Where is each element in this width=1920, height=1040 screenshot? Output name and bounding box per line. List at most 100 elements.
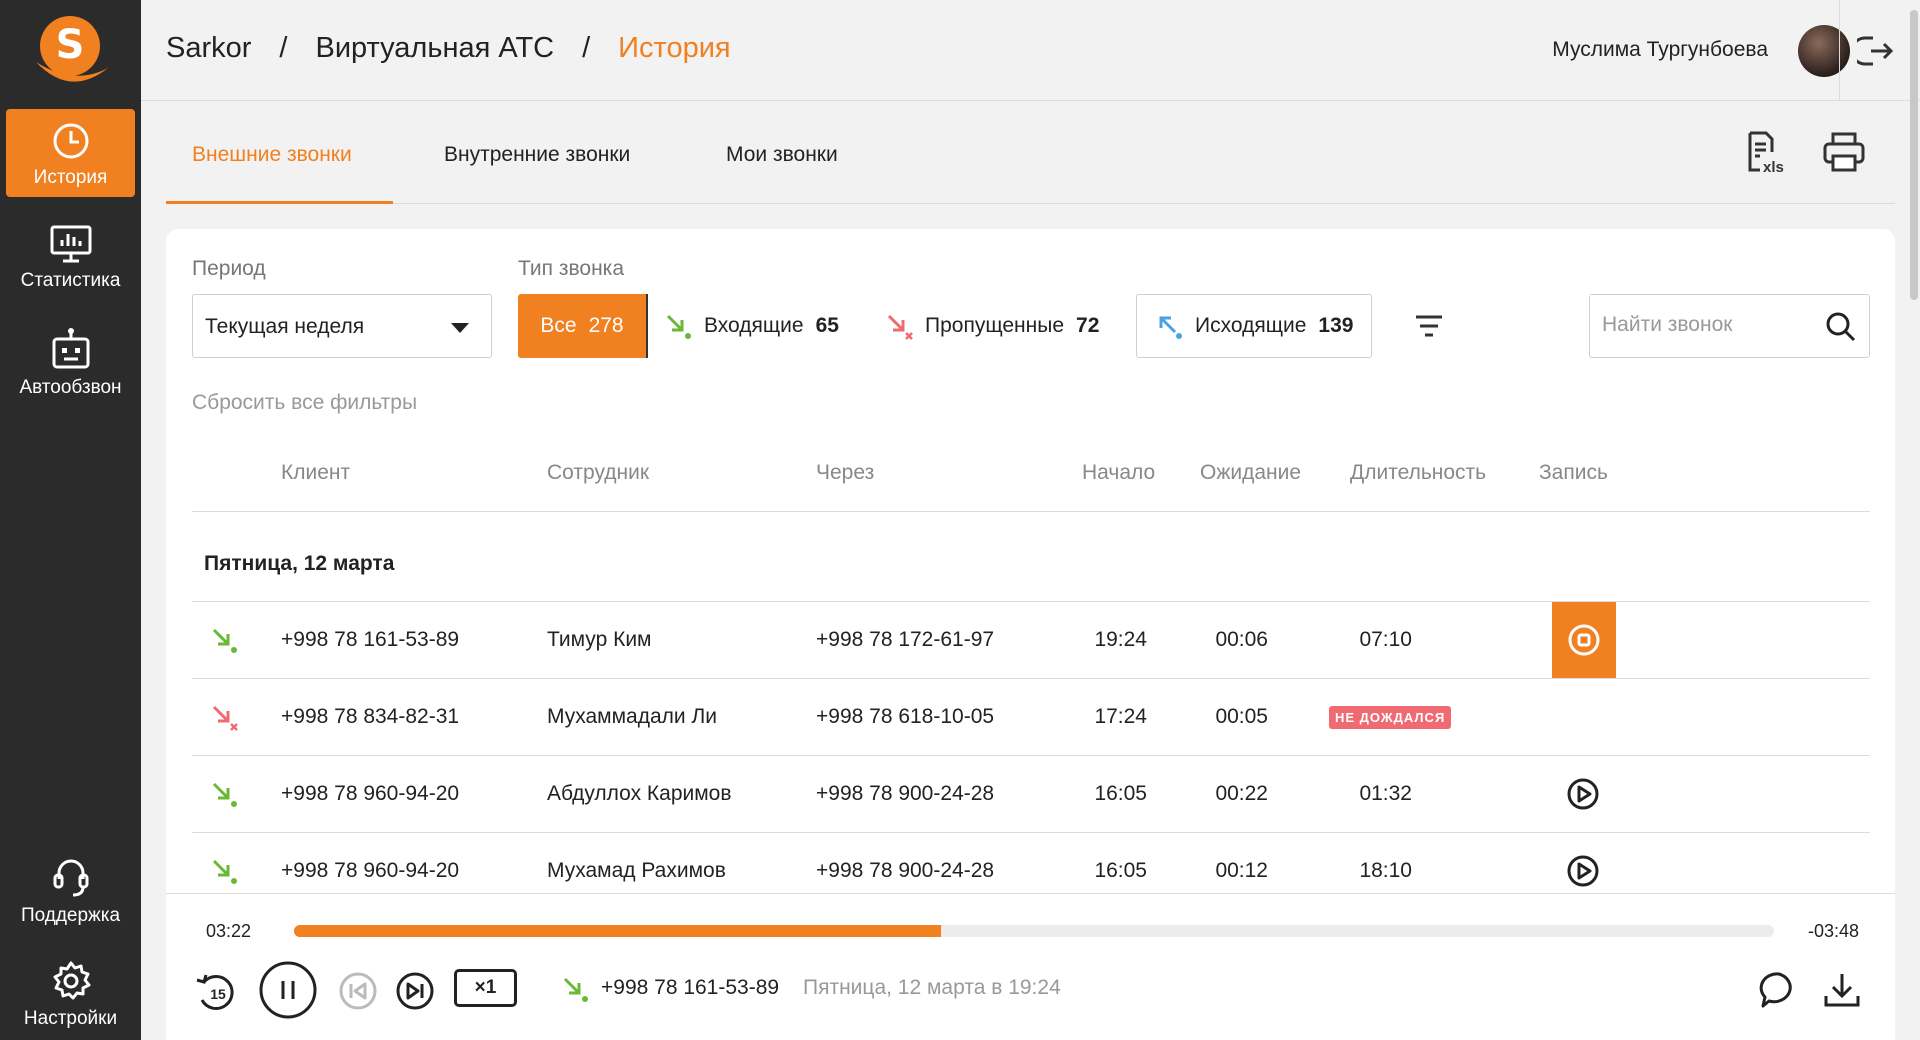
- breadcrumb-separator: /: [279, 32, 288, 64]
- column-start[interactable]: Начало: [1082, 461, 1155, 485]
- column-client[interactable]: Клиент: [281, 461, 350, 485]
- filter-outgoing-label: Исходящие: [1195, 314, 1307, 337]
- via-number: +998 78 900-24-28: [816, 859, 995, 882]
- breadcrumb-root[interactable]: Sarkor: [166, 32, 251, 65]
- page-scrollbar[interactable]: [1910, 10, 1918, 300]
- search-icon[interactable]: [1825, 311, 1857, 343]
- filter-incoming[interactable]: Входящие 65: [664, 294, 839, 358]
- search-box: [1589, 294, 1870, 358]
- duration: 01:32: [1359, 782, 1412, 805]
- tab-my-calls[interactable]: Мои звонки: [726, 143, 838, 167]
- reset-filters-link[interactable]: Сбросить все фильтры: [192, 391, 417, 415]
- filter-incoming-count: 65: [815, 314, 839, 337]
- print-icon[interactable]: [1822, 130, 1866, 174]
- via-number: +998 78 618-10-05: [816, 705, 995, 728]
- sidebar-item-autodial[interactable]: Автообзвон: [6, 315, 135, 403]
- audio-player: 03:22 -03:48 15 ×1 +998 78 161-53-89 Пят…: [166, 893, 1895, 1040]
- filter-all[interactable]: Все 278: [518, 294, 648, 358]
- call-type-label: Тип звонка: [518, 257, 624, 280]
- sarkor-logo[interactable]: S: [30, 10, 110, 90]
- period-value: Текущая неделя: [205, 315, 365, 338]
- sidebar-item-support[interactable]: Поддержка: [6, 845, 135, 933]
- elapsed-time: 03:22: [206, 921, 252, 941]
- filter-missed-count: 72: [1076, 314, 1100, 337]
- period-select[interactable]: Текущая неделя: [192, 294, 492, 358]
- active-tab-indicator: [166, 201, 393, 204]
- filter-all-label: Все: [540, 314, 577, 337]
- comment-icon[interactable]: [1759, 970, 1799, 1010]
- next-track-icon[interactable]: [395, 971, 435, 1011]
- clock-icon: [53, 123, 88, 159]
- start-time: 16:05: [1094, 859, 1147, 882]
- remaining-time: -03:48: [1808, 921, 1860, 941]
- playing-number: +998 78 161-53-89: [601, 976, 780, 999]
- search-input[interactable]: [1590, 295, 1810, 355]
- incoming-call-icon: [212, 628, 237, 653]
- monitor-chart-icon: [50, 225, 91, 263]
- wait-time: 00:22: [1215, 782, 1268, 805]
- playback-speed-button[interactable]: ×1: [454, 969, 517, 1007]
- wait-time: 00:05: [1215, 705, 1268, 728]
- client-number: +998 78 960-94-20: [281, 859, 460, 882]
- user-name[interactable]: Муслима Тургунбоева: [1552, 38, 1768, 62]
- missed-call-icon: [212, 705, 238, 731]
- tab-internal-calls[interactable]: Внутренние звонки: [444, 143, 630, 167]
- column-wait[interactable]: Ожидание: [1200, 461, 1301, 485]
- logout-icon[interactable]: [1857, 32, 1895, 70]
- robot-icon: [52, 328, 89, 369]
- export-xls-icon[interactable]: xls: [1746, 130, 1790, 176]
- previous-track-icon[interactable]: [338, 971, 378, 1011]
- stop-record-button[interactable]: [1552, 602, 1616, 678]
- outgoing-call-icon: [1155, 312, 1183, 340]
- rewind-15-icon[interactable]: 15: [194, 972, 238, 1012]
- wait-time: 00:12: [1215, 859, 1268, 882]
- breadcrumb-separator: /: [582, 32, 591, 64]
- column-via[interactable]: Через: [816, 461, 874, 485]
- top-header: Sarkor / Виртуальная АТС / История Мусли…: [141, 0, 1920, 101]
- table-row[interactable]: +998 78 161-53-89 Тимур Ким +998 78 172-…: [192, 601, 1870, 678]
- sidebar-item-label: Статистика: [20, 270, 121, 291]
- incoming-call-icon: [563, 977, 588, 1002]
- sidebar-item-settings[interactable]: Настройки: [6, 948, 135, 1036]
- progress-bar[interactable]: [294, 925, 1774, 937]
- gear-icon: [53, 961, 90, 1000]
- employee-name: Тимур Ким: [547, 628, 652, 651]
- breadcrumb-current: История: [618, 32, 731, 64]
- stop-circle-icon: [1568, 624, 1600, 656]
- filter-outgoing[interactable]: Исходящие 139: [1136, 294, 1373, 358]
- wait-time: 00:06: [1215, 628, 1268, 651]
- tab-external-calls[interactable]: Внешние звонки: [192, 143, 352, 167]
- column-employee[interactable]: Сотрудник: [547, 461, 649, 485]
- table-header: [192, 444, 1870, 512]
- employee-name: Мухамад Рахимов: [547, 859, 726, 882]
- download-icon[interactable]: [1822, 970, 1862, 1010]
- incoming-call-icon: [664, 312, 692, 340]
- sidebar-item-label: История: [33, 167, 108, 188]
- filter-lines-icon[interactable]: [1414, 314, 1444, 338]
- sidebar-item-history[interactable]: История: [6, 109, 135, 197]
- sidebar-item-label: Поддержка: [20, 905, 121, 926]
- start-time: 16:05: [1094, 782, 1147, 805]
- client-number: +998 78 960-94-20: [281, 782, 460, 805]
- employee-name: Мухаммадали Ли: [547, 705, 717, 728]
- sidebar-item-label: Настройки: [23, 1008, 118, 1029]
- play-record-icon[interactable]: [1566, 777, 1600, 811]
- sidebar-item-statistics[interactable]: Статистика: [6, 212, 135, 300]
- headset-icon: [53, 859, 88, 897]
- progress-fill: [294, 925, 941, 937]
- status-badge: НЕ ДОЖДАЛСЯ: [1329, 706, 1452, 729]
- missed-call-icon: [885, 312, 913, 340]
- incoming-call-icon: [212, 859, 237, 884]
- filter-all-count: 278: [588, 314, 624, 337]
- play-record-icon[interactable]: [1566, 854, 1600, 888]
- filter-missed[interactable]: Пропущенные 72: [885, 294, 1099, 358]
- client-number: +998 78 161-53-89: [281, 628, 460, 651]
- avatar[interactable]: [1798, 25, 1850, 77]
- pause-icon[interactable]: [258, 960, 318, 1020]
- breadcrumb-section[interactable]: Виртуальная АТС: [315, 32, 554, 65]
- column-duration[interactable]: Длительность: [1350, 461, 1486, 485]
- table-row[interactable]: +998 78 960-94-20 Абдуллох Каримов +998 …: [192, 755, 1870, 832]
- caret-down-icon: [451, 323, 469, 333]
- breadcrumb: Sarkor / Виртуальная АТС / История: [166, 32, 731, 65]
- table-row[interactable]: +998 78 834-82-31 Мухаммадали Ли +998 78…: [192, 678, 1870, 755]
